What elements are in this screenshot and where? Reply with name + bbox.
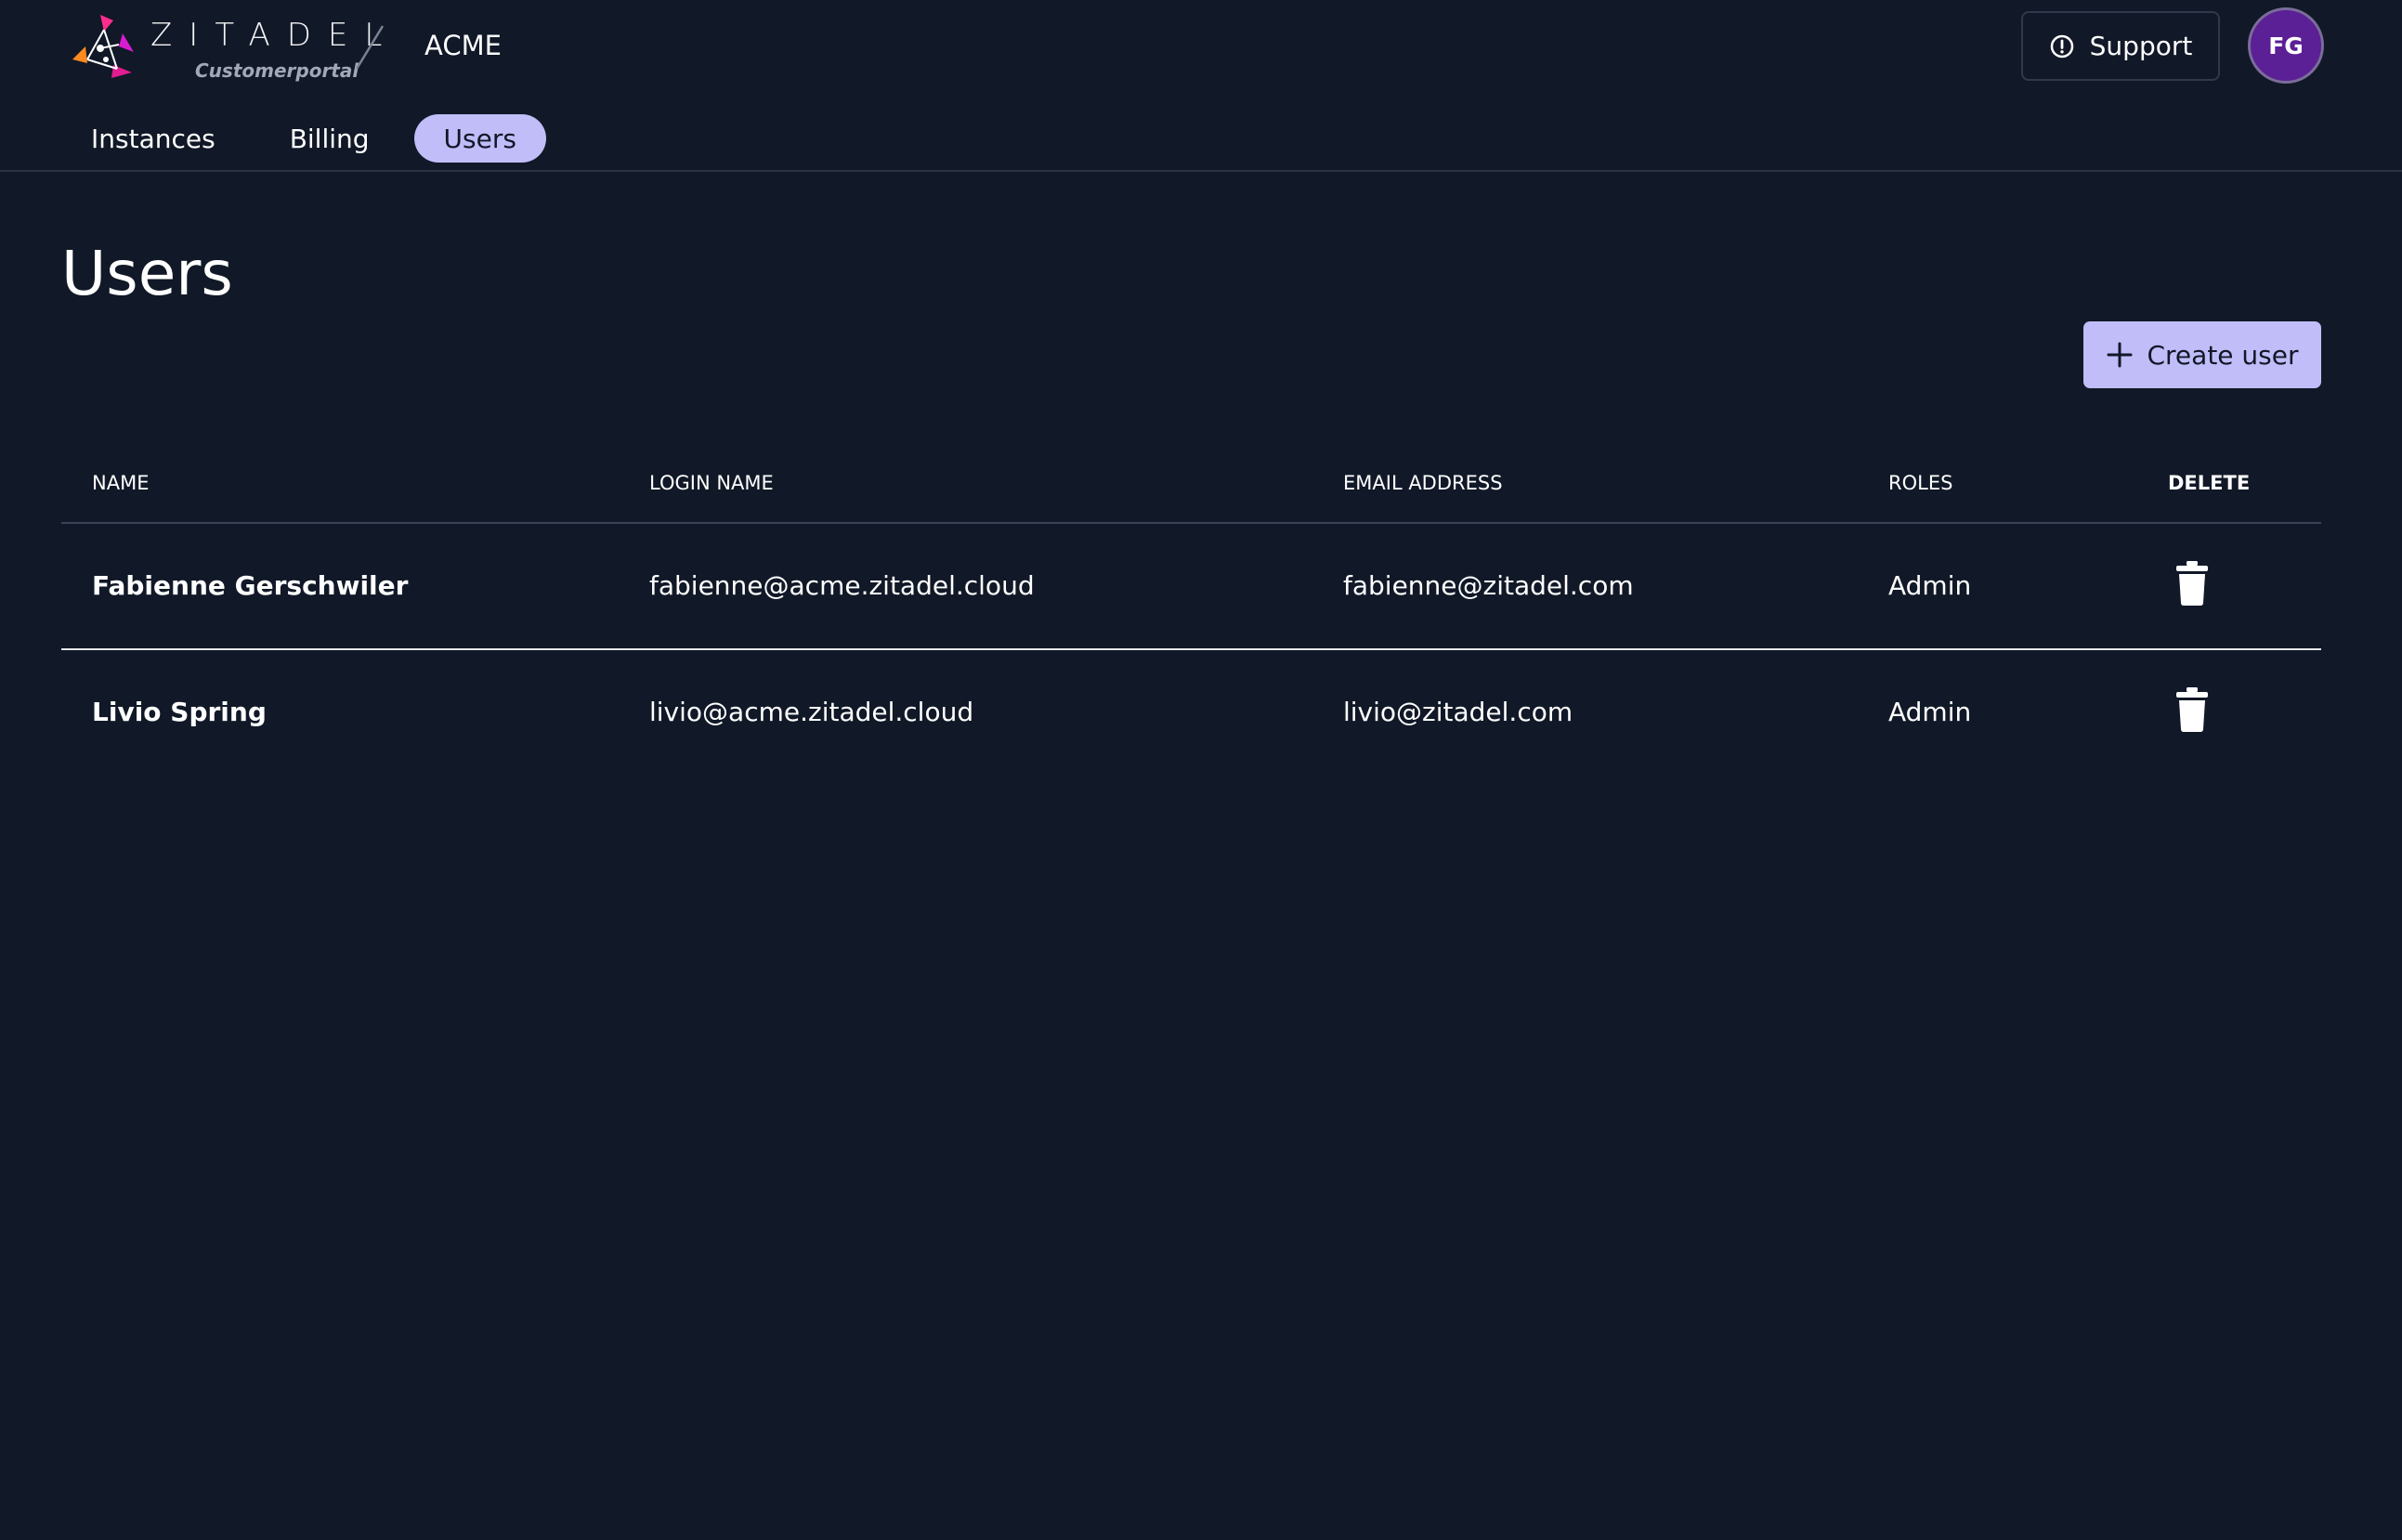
table-row[interactable]: Livio Spring livio@acme.zitadel.cloud li…: [61, 650, 2321, 775]
support-button[interactable]: Support: [2021, 11, 2220, 81]
column-header-name[interactable]: NAME: [92, 472, 149, 494]
page-title: Users: [61, 238, 233, 309]
plus-icon: [2107, 342, 2133, 368]
table-header: NAME LOGIN NAME EMAIL ADDRESS ROLES DELE…: [61, 455, 2321, 524]
tab-instances-label: Instances: [91, 123, 215, 154]
trash-icon[interactable]: [2174, 687, 2211, 732]
trash-icon[interactable]: [2174, 561, 2211, 606]
user-login-name: fabienne@acme.zitadel.cloud: [649, 570, 1035, 601]
tab-users[interactable]: Users: [413, 114, 546, 163]
brand-subtitle: Customerportal: [195, 59, 359, 82]
user-name: Fabienne Gerschwiler: [92, 570, 409, 601]
column-header-delete: DELETE: [2168, 472, 2251, 494]
breadcrumb-separator-icon: [355, 25, 385, 70]
organization-name[interactable]: ACME: [424, 30, 502, 61]
tab-instances[interactable]: Instances: [61, 114, 245, 163]
table-row[interactable]: Fabienne Gerschwiler fabienne@acme.zitad…: [61, 524, 2321, 650]
top-header: ZITADEL Customerportal ACME Support FG I…: [0, 0, 2402, 172]
users-table: NAME LOGIN NAME EMAIL ADDRESS ROLES DELE…: [61, 455, 2321, 775]
support-label: Support: [2089, 31, 2193, 61]
user-email: fabienne@zitadel.com: [1343, 570, 1634, 601]
user-roles: Admin: [1888, 697, 1972, 727]
user-email: livio@zitadel.com: [1343, 697, 1573, 727]
create-user-button[interactable]: Create user: [2083, 321, 2321, 388]
column-header-roles[interactable]: ROLES: [1888, 472, 1952, 494]
column-header-login-name[interactable]: LOGIN NAME: [649, 472, 774, 494]
create-user-label: Create user: [2147, 339, 2299, 371]
main-nav: Instances Billing Users: [61, 113, 561, 163]
zitadel-logo-icon: [72, 15, 134, 78]
zitadel-logo[interactable]: ZITADEL Customerportal: [67, 11, 382, 85]
tab-billing[interactable]: Billing: [260, 114, 399, 163]
avatar-initials: FG: [2268, 32, 2304, 59]
user-name: Livio Spring: [92, 697, 267, 727]
alert-circle-icon: [2050, 34, 2073, 58]
tab-billing-label: Billing: [289, 123, 370, 154]
column-header-email[interactable]: EMAIL ADDRESS: [1343, 472, 1503, 494]
user-login-name: livio@acme.zitadel.cloud: [649, 697, 974, 727]
tab-users-label: Users: [443, 123, 516, 154]
user-roles: Admin: [1888, 570, 1972, 601]
user-avatar[interactable]: FG: [2248, 7, 2324, 84]
